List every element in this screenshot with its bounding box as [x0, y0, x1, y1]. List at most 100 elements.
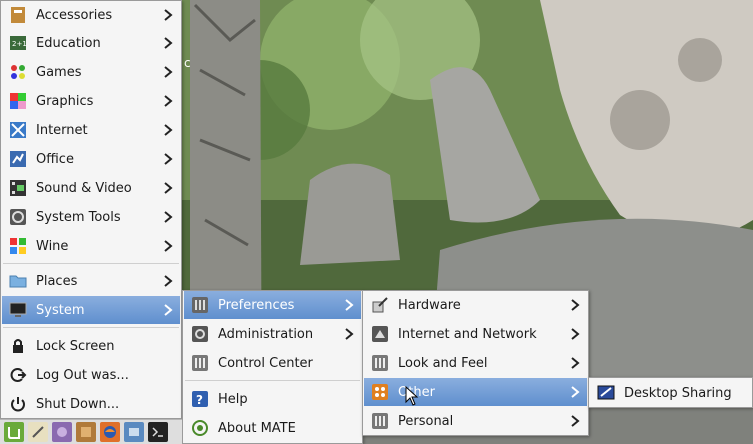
chevron-right-icon: [571, 328, 580, 340]
chevron-right-icon: [571, 415, 580, 427]
text-editor-icon[interactable]: [28, 422, 48, 442]
chevron-right-icon: [164, 275, 173, 287]
desktop-sharing-icon: [596, 383, 616, 403]
sound-video-icon: [8, 178, 28, 198]
menu-item-sound-video[interactable]: Sound & Video: [2, 174, 180, 202]
education-icon: 2+1: [8, 33, 28, 53]
menu-item-label: Education: [36, 35, 101, 51]
menu-item-games[interactable]: Games: [2, 58, 180, 86]
menu-item-administration[interactable]: Administration: [184, 320, 361, 348]
monitor-icon: [8, 300, 28, 320]
menu-item-label: System Tools: [36, 209, 121, 225]
system-tools-icon: [8, 207, 28, 227]
menu-item-wine[interactable]: Wine: [2, 232, 180, 260]
graphics-icon: [8, 91, 28, 111]
folder-icon: [8, 271, 28, 291]
accessories-icon: [8, 5, 28, 25]
office-icon: [8, 149, 28, 169]
menu-item-label: Accessories: [36, 7, 113, 23]
desktop-label: c: [184, 56, 191, 70]
menu-item-shut-down[interactable]: Shut Down...: [2, 390, 180, 418]
menu-item-log-out[interactable]: Log Out was...: [2, 361, 180, 389]
firefox-icon[interactable]: [100, 422, 120, 442]
look-and-feel-icon: [370, 353, 390, 373]
menu-item-graphics[interactable]: Graphics: [2, 87, 180, 115]
mate-logo-icon: [190, 418, 210, 438]
menu-item-label: Help: [218, 391, 248, 407]
games-icon: [8, 62, 28, 82]
menu-item-about-mate[interactable]: About MATE: [184, 414, 361, 442]
menu-item-places[interactable]: Places: [2, 267, 180, 295]
lock-icon: [8, 336, 28, 356]
menu-item-label: Look and Feel: [398, 355, 488, 371]
other-menu: Desktop Sharing: [588, 377, 753, 408]
menu-separator: [3, 327, 179, 328]
svg-text:2+1: 2+1: [12, 40, 27, 48]
menu-separator: [3, 263, 179, 264]
pidgin-icon[interactable]: [52, 422, 72, 442]
menu-item-system[interactable]: System: [2, 296, 180, 324]
chevron-right-icon: [164, 211, 173, 223]
menu-item-other[interactable]: Other: [364, 378, 587, 406]
dictionary-icon[interactable]: [76, 422, 96, 442]
power-icon: [8, 394, 28, 414]
chevron-right-icon: [571, 386, 580, 398]
file-manager-icon[interactable]: [124, 422, 144, 442]
menu-item-label: Desktop Sharing: [624, 385, 732, 401]
preferences-icon: [190, 295, 210, 315]
chevron-right-icon: [164, 9, 173, 21]
chevron-right-icon: [164, 182, 173, 194]
chevron-right-icon: [571, 299, 580, 311]
menu-item-hardware[interactable]: Hardware: [364, 291, 587, 319]
menu-item-label: Internet: [36, 122, 88, 138]
menu-item-system-tools[interactable]: System Tools: [2, 203, 180, 231]
help-icon: ?: [190, 389, 210, 409]
svg-text:?: ?: [196, 393, 203, 407]
chevron-right-icon: [164, 124, 173, 136]
control-center-icon: [190, 353, 210, 373]
menu-item-preferences[interactable]: Preferences: [184, 291, 361, 319]
menu-item-help[interactable]: ? Help: [184, 385, 361, 413]
menu-item-label: Administration: [218, 326, 314, 342]
menu-item-personal[interactable]: Personal: [364, 407, 587, 435]
chevron-right-icon: [164, 304, 173, 316]
chevron-right-icon: [345, 328, 354, 340]
menu-item-label: Hardware: [398, 297, 461, 313]
administration-icon: [190, 324, 210, 344]
network-icon: [370, 324, 390, 344]
bottom-panel: [0, 419, 182, 444]
menu-item-label: About MATE: [218, 420, 296, 436]
menu-item-office[interactable]: Office: [2, 145, 180, 173]
wine-icon: [8, 236, 28, 256]
menu-item-education[interactable]: 2+1 Education: [2, 29, 180, 57]
menu-item-label: Internet and Network: [398, 326, 537, 342]
menu-item-look-and-feel[interactable]: Look and Feel: [364, 349, 587, 377]
system-menu: Preferences Administration Control Cente…: [182, 290, 363, 444]
menu-item-lock-screen[interactable]: Lock Screen: [2, 332, 180, 360]
menu-item-desktop-sharing[interactable]: Desktop Sharing: [590, 379, 751, 407]
menu-item-label: Shut Down...: [36, 396, 120, 412]
menu-item-internet[interactable]: Internet: [2, 116, 180, 144]
applications-menu: Accessories 2+1 Education Games Graphics…: [0, 0, 182, 419]
logout-icon: [8, 365, 28, 385]
menu-item-label: Wine: [36, 238, 69, 254]
menu-item-accessories[interactable]: Accessories: [2, 1, 180, 29]
menu-item-label: Graphics: [36, 93, 94, 109]
menu-separator: [185, 380, 360, 381]
chevron-right-icon: [571, 357, 580, 369]
menu-item-label: Log Out was...: [36, 367, 129, 383]
chevron-right-icon: [164, 95, 173, 107]
menu-item-label: Lock Screen: [36, 338, 115, 354]
terminal-icon[interactable]: [148, 422, 168, 442]
mouse-cursor-icon: [405, 386, 419, 406]
chevron-right-icon: [164, 66, 173, 78]
menu-item-label: Personal: [398, 413, 454, 429]
chevron-right-icon: [164, 37, 173, 49]
menu-item-internet-and-network[interactable]: Internet and Network: [364, 320, 587, 348]
internet-icon: [8, 120, 28, 140]
chevron-right-icon: [345, 299, 354, 311]
chevron-right-icon: [164, 240, 173, 252]
menu-item-control-center[interactable]: Control Center: [184, 349, 361, 377]
mint-menu-icon[interactable]: [4, 422, 24, 442]
menu-item-label: Office: [36, 151, 74, 167]
